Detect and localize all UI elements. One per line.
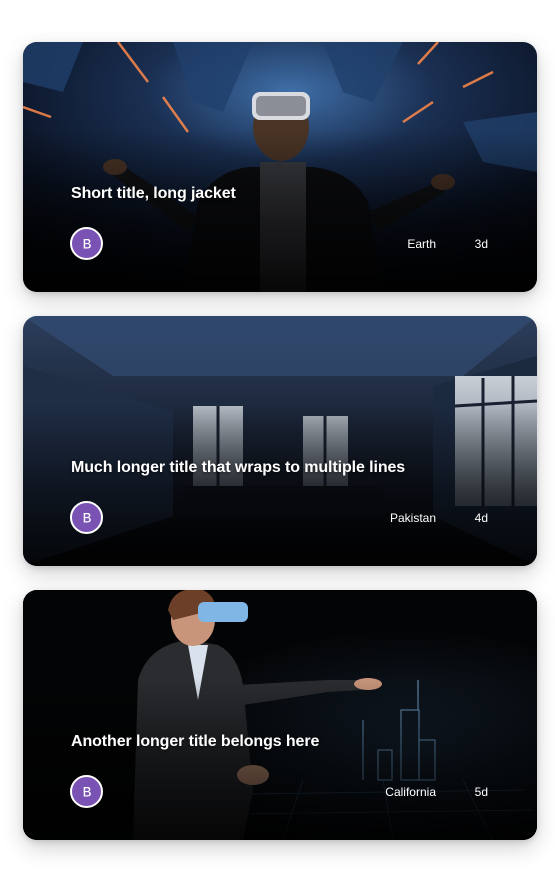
card-title[interactable]: Short title, long jacket xyxy=(71,185,236,203)
card-feed: Short title, long jacket Earth 3d Much l… xyxy=(0,0,555,882)
age-label: 3d xyxy=(474,237,488,251)
card-overlay xyxy=(23,316,537,566)
card-title[interactable]: Much longer title that wraps to multiple… xyxy=(71,459,405,477)
card-overlay xyxy=(23,42,537,292)
card-long-title[interactable]: Much longer title that wraps to multiple… xyxy=(23,316,537,566)
age-label: 4d xyxy=(474,511,488,525)
card-another-title[interactable]: Another longer title belongs here Califo… xyxy=(23,590,537,840)
location-label: Pakistan xyxy=(389,511,436,525)
bootstrap-icon xyxy=(70,775,103,808)
location-label: California xyxy=(385,785,436,799)
age-label: 5d xyxy=(474,785,488,799)
card-title[interactable]: Another longer title belongs here xyxy=(71,733,319,751)
card-short-title[interactable]: Short title, long jacket Earth 3d xyxy=(23,42,537,292)
bootstrap-icon xyxy=(70,227,103,260)
bootstrap-icon xyxy=(70,501,103,534)
location-label: Earth xyxy=(407,237,436,251)
card-overlay xyxy=(23,590,537,840)
